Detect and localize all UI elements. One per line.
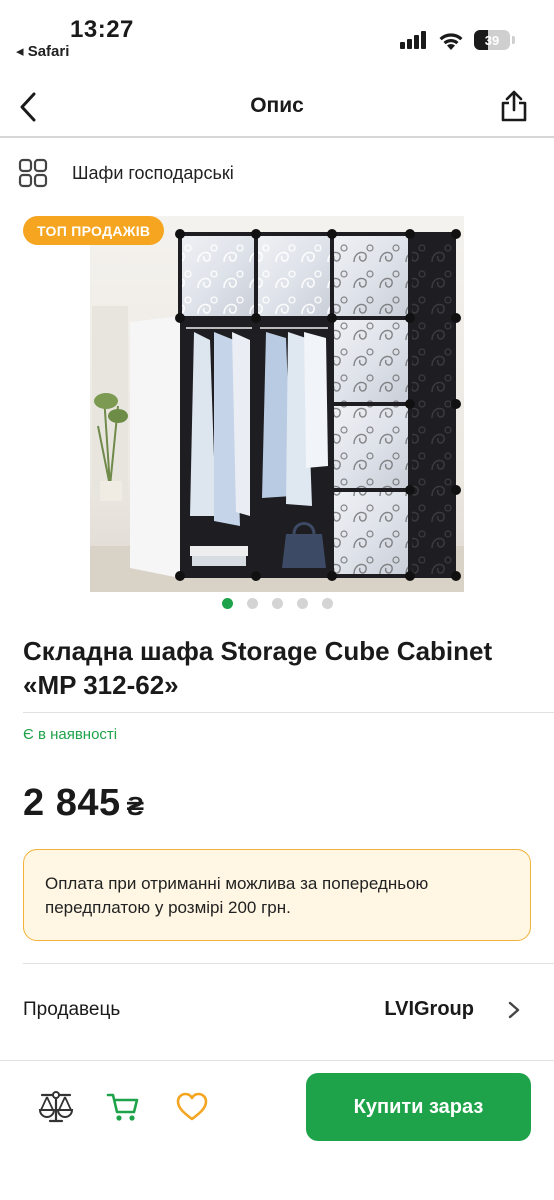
seller-row[interactable]: Продавець LVIGroup (0, 964, 554, 1060)
share-button[interactable] (494, 86, 534, 126)
seller-label: Продавець (23, 999, 121, 1020)
share-icon (501, 90, 527, 122)
scales-compare-icon (38, 1091, 74, 1123)
product-price: 2 845 ₴ (23, 782, 144, 825)
carousel-dot[interactable] (321, 598, 333, 609)
price-currency: ₴ (126, 791, 145, 821)
product-image[interactable] (90, 216, 464, 592)
prepayment-notice: Оплата при отриманні можлива за попередн… (23, 849, 531, 941)
favorite-button[interactable] (174, 1089, 210, 1125)
product-title: Складна шафа Storage Cube Cabinet «MP 31… (23, 636, 493, 700)
back-to-safari-link[interactable]: ◂ Safari (16, 42, 69, 60)
status-icons: 39 (400, 30, 515, 50)
carousel-dot[interactable] (246, 598, 258, 609)
grid-icon (18, 158, 48, 188)
page-title: Опис (250, 94, 304, 117)
bottom-action-bar: Купити зараз (0, 1061, 554, 1153)
status-time: 13:27 (70, 16, 134, 43)
top-nav-bar: Опис (0, 76, 554, 138)
category-label: Шафи господарські (72, 162, 234, 183)
carousel-dot[interactable] (296, 598, 308, 609)
seller-name: LVIGroup (384, 998, 474, 1020)
battery-level: 39 (484, 32, 500, 48)
cellular-signal-icon (400, 31, 426, 49)
compare-button[interactable] (38, 1089, 74, 1125)
status-bar: 13:27 ◂ Safari 39 (0, 0, 554, 68)
cart-icon (106, 1093, 139, 1121)
heart-icon (176, 1092, 208, 1121)
chevron-right-icon (508, 1001, 520, 1019)
wifi-icon (439, 32, 463, 50)
category-link[interactable]: Шафи господарські (0, 140, 554, 206)
carousel-dot[interactable] (221, 598, 233, 609)
price-value: 2 845 (23, 782, 121, 824)
buy-now-button[interactable]: Купити зараз (306, 1073, 531, 1141)
divider (23, 712, 554, 713)
top-sales-badge: ТОП ПРОДАЖІВ (23, 216, 165, 245)
battery-icon: 39 (474, 30, 515, 50)
carousel-dot[interactable] (271, 598, 283, 609)
cart-button[interactable] (105, 1089, 141, 1125)
image-carousel-dots[interactable] (0, 598, 554, 609)
availability-status: Є в наявності (23, 726, 118, 743)
